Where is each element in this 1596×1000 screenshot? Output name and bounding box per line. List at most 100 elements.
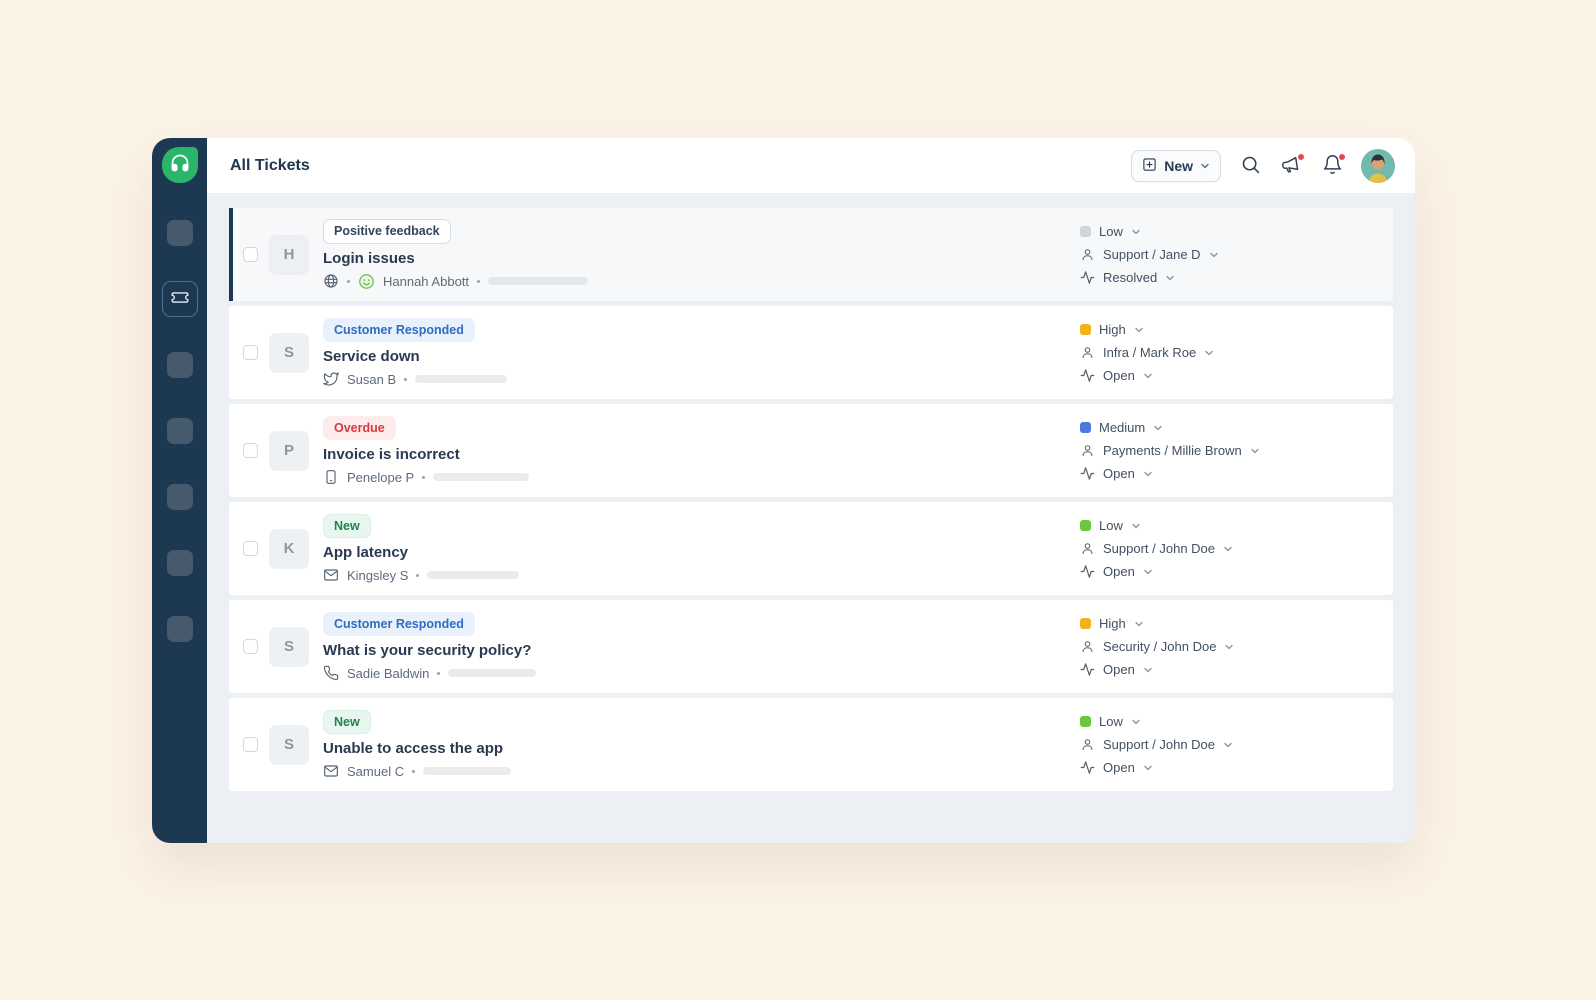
ticket-row[interactable]: S Customer Responded What is your securi…	[229, 600, 1393, 693]
smartphone-icon	[323, 469, 339, 485]
skeleton-bar	[448, 669, 537, 678]
separator-dot	[437, 671, 441, 675]
ticket-row[interactable]: P Overdue Invoice is incorrect Penelope …	[229, 404, 1393, 497]
group-agent-dropdown[interactable]: Support / John Doe	[1080, 737, 1373, 752]
chevron-down-icon	[1144, 373, 1152, 378]
ticket-checkbox[interactable]	[243, 247, 258, 262]
group-agent-label: Infra / Mark Roe	[1103, 345, 1197, 360]
ticket-row[interactable]: S Customer Responded Service down Susan …	[229, 306, 1393, 399]
chevron-down-icon	[1205, 350, 1213, 355]
status-dropdown[interactable]: Open	[1080, 564, 1373, 579]
ticket-checkbox[interactable]	[243, 541, 258, 556]
sidebar-item-placeholder-4[interactable]	[166, 484, 193, 510]
priority-dropdown[interactable]: Medium	[1080, 420, 1373, 435]
group-agent-dropdown[interactable]: Infra / Mark Roe	[1080, 345, 1373, 360]
status-label: Resolved	[1103, 270, 1158, 285]
ticket-meta: Sadie Baldwin	[323, 665, 537, 681]
skeleton-bar	[433, 473, 530, 482]
status-dropdown[interactable]: Resolved	[1080, 270, 1373, 285]
sidebar-item-placeholder-2[interactable]	[166, 352, 193, 378]
ticket-meta: Kingsley S	[323, 567, 520, 583]
priority-label: Medium	[1099, 420, 1146, 435]
chevron-down-icon	[1224, 546, 1232, 551]
ticket-title[interactable]: Login issues	[323, 250, 588, 267]
agent-icon	[1082, 641, 1093, 653]
sidebar-item-placeholder-5[interactable]	[166, 550, 193, 576]
ticket-title[interactable]: What is your security policy?	[323, 642, 536, 659]
chevron-down-icon	[1209, 252, 1218, 257]
ticket-summary: Customer Responded Service down Susan B	[323, 317, 508, 387]
skeleton-bar	[488, 277, 589, 286]
main-panel: All Tickets New H Positive feedback Logi…	[207, 138, 1415, 843]
search-button[interactable]	[1238, 154, 1262, 178]
sidebar-item-placeholder-6[interactable]	[166, 616, 193, 642]
requester-name[interactable]: Samuel C	[347, 764, 404, 779]
sidebar-item-placeholder-1[interactable]	[166, 220, 193, 246]
new-ticket-button[interactable]: New	[1131, 149, 1221, 182]
skeleton-bar	[415, 375, 508, 384]
ticket-list: H Positive feedback Login issues Hannah …	[207, 193, 1415, 843]
chevron-down-icon	[1225, 644, 1234, 649]
priority-dropdown[interactable]: High	[1080, 616, 1373, 631]
requester-avatar: S	[269, 724, 309, 765]
priority-dropdown[interactable]: High	[1080, 322, 1373, 337]
ticket-summary: Positive feedback Login issues Hannah Ab…	[323, 219, 589, 289]
ticket-checkbox[interactable]	[243, 639, 258, 654]
group-agent-label: Support / John Doe	[1103, 541, 1216, 556]
notifications-button[interactable]	[1320, 152, 1346, 178]
mail-icon	[323, 567, 339, 583]
priority-dropdown[interactable]: Low	[1080, 224, 1373, 239]
header-actions: New	[1131, 148, 1395, 183]
status-badge: Overdue	[323, 415, 396, 441]
requester-name[interactable]: Sadie Baldwin	[347, 666, 429, 681]
requester-name[interactable]: Penelope P	[347, 470, 414, 485]
ticket-row[interactable]: H Positive feedback Login issues Hannah …	[229, 208, 1393, 301]
sidebar-item-placeholder-3[interactable]	[166, 418, 193, 444]
chevron-down-icon	[1200, 158, 1210, 174]
status-label: Open	[1103, 466, 1135, 481]
status-dropdown[interactable]: Open	[1080, 466, 1373, 481]
phone-icon	[323, 665, 339, 681]
ticket-row[interactable]: K New App latency Kingsley S Low Support…	[229, 502, 1393, 595]
agent-icon	[1082, 347, 1093, 359]
user-avatar[interactable]	[1361, 148, 1395, 183]
status-dropdown[interactable]: Open	[1080, 760, 1373, 775]
status-dropdown[interactable]: Open	[1080, 368, 1373, 383]
status-dropdown[interactable]: Open	[1080, 662, 1373, 677]
priority-label: Low	[1099, 224, 1123, 239]
agent-icon	[1082, 739, 1093, 751]
announcements-button[interactable]	[1279, 152, 1305, 178]
requester-name[interactable]: Kingsley S	[347, 568, 408, 583]
chevron-down-icon	[1144, 765, 1152, 770]
ticket-title[interactable]: Invoice is incorrect	[323, 446, 529, 463]
ticket-title[interactable]: Service down	[323, 348, 507, 365]
priority-dropdown[interactable]: Low	[1080, 714, 1373, 729]
ticket-checkbox[interactable]	[243, 443, 258, 458]
requester-avatar: P	[269, 430, 309, 471]
group-agent-label: Security / John Doe	[1103, 639, 1217, 654]
ticket-checkbox[interactable]	[243, 737, 258, 752]
agent-icon	[1082, 543, 1093, 555]
ticket-icon	[169, 286, 191, 313]
chevron-down-icon	[1132, 523, 1140, 528]
group-agent-dropdown[interactable]: Support / John Doe	[1080, 541, 1373, 556]
requester-name[interactable]: Hannah Abbott	[383, 274, 469, 289]
twitter-icon	[323, 371, 339, 387]
ticket-checkbox[interactable]	[243, 345, 258, 360]
plus-square-icon	[1142, 157, 1157, 175]
ticket-row[interactable]: S New Unable to access the app Samuel C	[229, 698, 1393, 791]
chevron-down-icon	[1154, 425, 1162, 430]
ticket-title[interactable]: App latency	[323, 544, 519, 561]
group-agent-dropdown[interactable]: Security / John Doe	[1080, 639, 1373, 654]
group-agent-dropdown[interactable]: Payments / Millie Brown	[1080, 443, 1373, 458]
status-activity-icon	[1080, 761, 1095, 774]
sidebar-item-tickets[interactable]	[161, 281, 198, 317]
app-window: All Tickets New H Positive feedback Logi…	[152, 138, 1415, 843]
priority-color-square	[1080, 520, 1091, 531]
ticket-title[interactable]: Unable to access the app	[323, 740, 511, 757]
priority-dropdown[interactable]: Low	[1080, 518, 1373, 533]
status-activity-icon	[1080, 663, 1095, 676]
group-agent-dropdown[interactable]: Support / Jane D	[1080, 247, 1373, 262]
requester-name[interactable]: Susan B	[347, 372, 396, 387]
separator-dot	[422, 475, 426, 479]
